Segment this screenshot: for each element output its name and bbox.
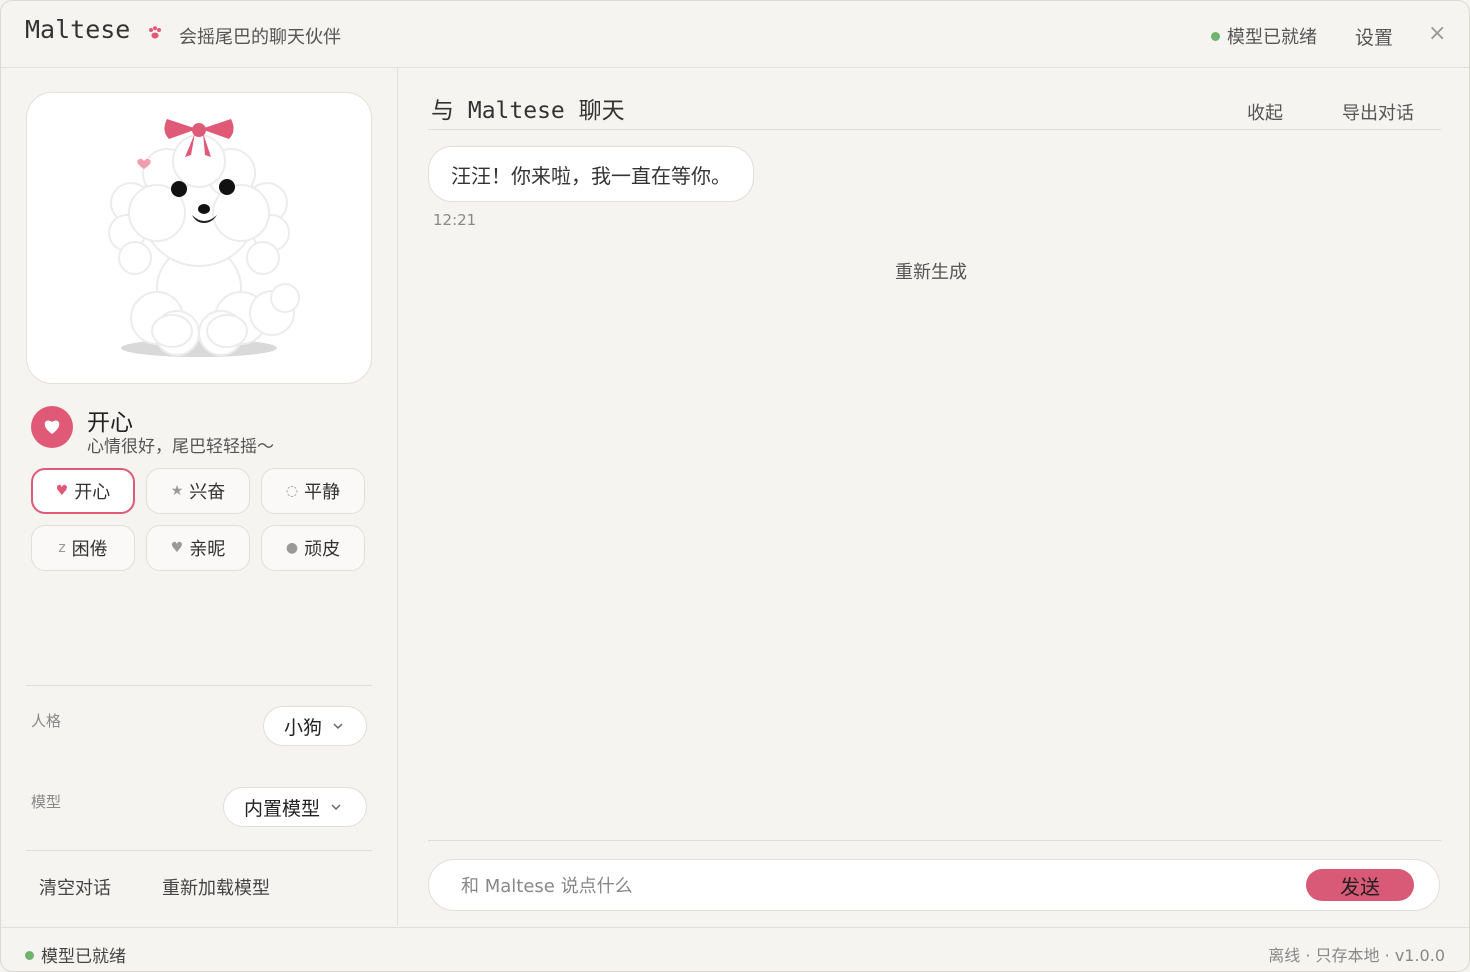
- chat-input[interactable]: [459, 860, 1303, 912]
- mood-button-calm[interactable]: ◌ 平静: [261, 468, 365, 514]
- chat-input-container: 发送: [428, 859, 1440, 912]
- personality-label: 人格: [31, 712, 62, 730]
- input-divider: [428, 840, 1441, 841]
- footer-info: 离线 · 只存本地 · v1.0.0: [1268, 946, 1445, 965]
- sidebar-divider: [26, 685, 372, 686]
- title-bar: Maltese 会摇尾巴的聊天伙伴 模型已就绪 设置 ×: [1, 1, 1469, 68]
- star-icon: ★: [170, 483, 184, 499]
- model-label: 模型: [31, 793, 62, 811]
- chat-header-divider: [428, 129, 1441, 130]
- chevron-down-icon: [331, 804, 341, 811]
- status-dot-icon: [1211, 31, 1220, 41]
- avatar-card: [26, 92, 372, 384]
- app-subtitle: 会摇尾巴的聊天伙伴: [179, 27, 341, 48]
- mood-button-affectionate[interactable]: ♥ 亲昵: [146, 525, 250, 571]
- export-chat-button[interactable]: 导出对话: [1342, 99, 1414, 125]
- assistant-message-bubble: 汪汪！你来啦，我一直在等你。: [428, 146, 754, 202]
- app-title: Maltese: [25, 15, 131, 44]
- mood-button-label: 亲昵: [189, 539, 226, 560]
- mood-button-label: 兴奋: [189, 482, 226, 503]
- dot-icon: ●: [285, 540, 299, 556]
- mood-heart-icon: [31, 406, 73, 448]
- mood-button-label: 开心: [74, 482, 111, 503]
- heart-icon: ♥: [170, 540, 184, 556]
- message-timestamp: 12:21: [433, 211, 477, 229]
- model-value: 内置模型: [244, 797, 321, 820]
- mood-button-label: 顽皮: [304, 539, 341, 560]
- footer-model-status: 模型已就绪: [25, 942, 126, 967]
- app-window: Maltese 会摇尾巴的聊天伙伴 模型已就绪 设置 × 开心 心情很好，尾巴轻…: [0, 0, 1470, 972]
- chevron-down-icon: [333, 723, 343, 730]
- sidebar-divider: [26, 850, 372, 851]
- heart-icon: ♥: [55, 483, 69, 499]
- mood-button-excited[interactable]: ★ 兴奋: [146, 468, 250, 514]
- maltese-dog-avatar: [108, 119, 300, 357]
- status-bar: 模型已就绪 离线 · 只存本地 · v1.0.0: [1, 927, 1469, 971]
- mood-button-playful[interactable]: ● 顽皮: [261, 525, 365, 571]
- sidebar: 开心 心情很好，尾巴轻轻摇～ ♥ 开心 ★ 兴奋 ◌ 平静 z 困倦 ♥ 亲昵 ● 顽皮 人…: [1, 68, 398, 926]
- model-status-indicator: 模型已就绪: [1211, 23, 1317, 49]
- send-button[interactable]: 发送: [1306, 869, 1414, 901]
- current-mood-description: 心情很好，尾巴轻轻摇～: [87, 437, 274, 457]
- model-select[interactable]: 内置模型: [223, 787, 367, 827]
- paw-icon: [149, 26, 161, 39]
- close-icon[interactable]: ×: [1428, 21, 1446, 46]
- settings-button[interactable]: 设置: [1355, 23, 1393, 50]
- reload-model-button[interactable]: 重新加载模型: [162, 874, 270, 900]
- sleep-z-icon: z: [58, 540, 66, 556]
- collapse-button[interactable]: 收起: [1247, 99, 1283, 125]
- mood-button-happy[interactable]: ♥ 开心: [31, 468, 135, 514]
- model-status-text: 模型已就绪: [1227, 27, 1317, 48]
- personality-select[interactable]: 小狗: [263, 706, 367, 746]
- personality-value: 小狗: [284, 716, 323, 739]
- regenerate-button[interactable]: 重新生成: [895, 258, 967, 284]
- footer-status-text: 模型已就绪: [41, 947, 126, 967]
- clear-chat-button[interactable]: 清空对话: [39, 874, 111, 900]
- mood-button-sleepy[interactable]: z 困倦: [31, 525, 135, 571]
- mood-button-label: 平静: [304, 482, 341, 503]
- cloud-icon: ◌: [285, 483, 299, 499]
- status-dot-icon: [25, 950, 34, 960]
- chat-title: 与 Maltese 聊天: [431, 98, 625, 124]
- mood-button-label: 困倦: [71, 539, 108, 560]
